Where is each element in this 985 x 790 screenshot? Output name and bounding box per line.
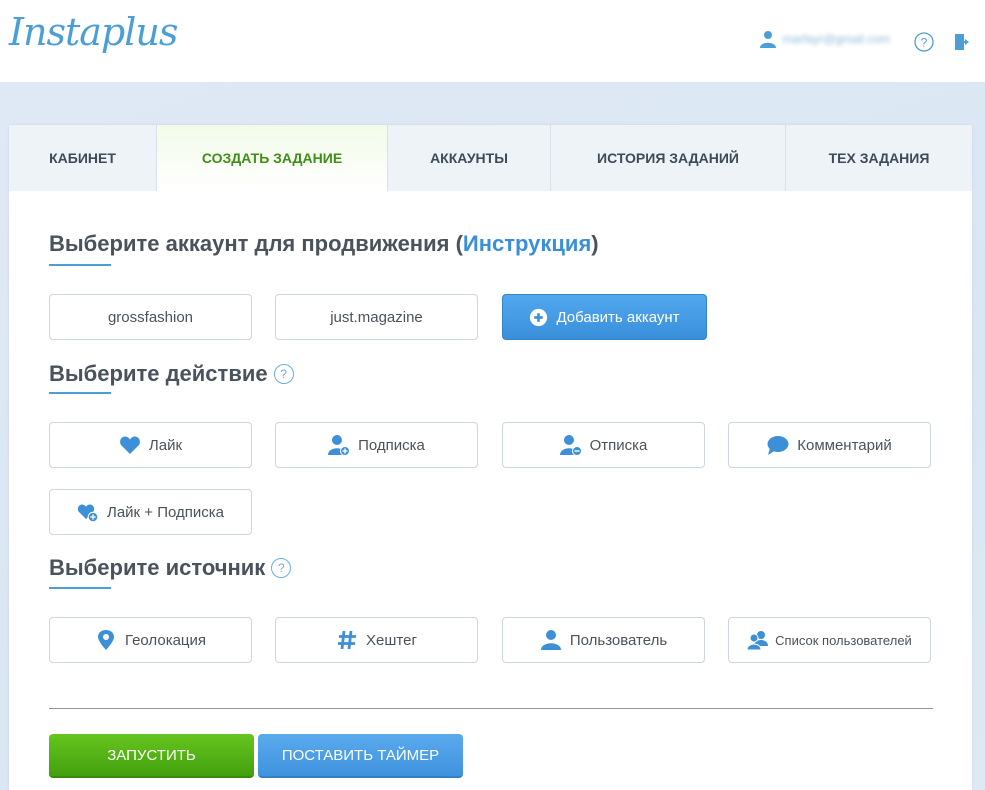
location-pin-icon [97, 630, 114, 650]
action-help-icon[interactable]: ? [273, 364, 294, 384]
action-unsubscribe-button[interactable]: Отписка [502, 422, 705, 468]
hashtag-icon [338, 630, 357, 650]
account-button-just-magazine[interactable]: just.magazine [275, 294, 478, 340]
tab-bar: КАБИНЕТ СОЗДАТЬ ЗАДАНИЕ АККАУНТЫ ИСТОРИЯ… [9, 125, 972, 192]
source-section-title: Выберите источник ? [49, 555, 292, 581]
source-user-list-button[interactable]: Список пользователей [728, 617, 931, 663]
title-underline [49, 587, 111, 589]
user-icon [540, 630, 561, 650]
svg-text:?: ? [921, 36, 928, 50]
account-button-grossfashion[interactable]: grossfashion [49, 294, 252, 340]
tab-task-history[interactable]: ИСТОРИЯ ЗАДАНИЙ [551, 125, 786, 191]
title-underline [49, 264, 111, 266]
logout-icon[interactable] [953, 32, 973, 52]
tab-tech-tasks[interactable]: ТЕХ ЗАДАНИЯ [786, 125, 972, 191]
heart-plus-icon [77, 504, 99, 523]
source-hashtag-button[interactable]: Хештег [275, 617, 478, 663]
account-section-title: Выберите аккаунт для продвижения (Инстру… [49, 231, 599, 256]
action-subscribe-button[interactable]: Подписка [275, 422, 478, 468]
users-icon [747, 631, 769, 651]
source-geolocation-button[interactable]: Геолокация [49, 617, 252, 663]
top-header: Instaplus marfayr@gmail.com ? [0, 0, 985, 82]
plus-circle-icon [530, 308, 548, 326]
action-like-subscribe-button[interactable]: Лайк + Подписка [49, 489, 252, 535]
user-plus-icon [328, 435, 351, 456]
source-user-button[interactable]: Пользователь [502, 617, 705, 663]
user-minus-icon [559, 435, 582, 456]
tab-cabinet[interactable]: КАБИНЕТ [9, 125, 157, 191]
divider [49, 708, 933, 709]
comment-icon [767, 436, 789, 455]
add-account-label: Добавить аккаунт [556, 308, 680, 326]
set-timer-button[interactable]: ПОСТАВИТЬ ТАЙМЕР [258, 734, 463, 778]
user-account[interactable]: marfayr@gmail.com [760, 30, 890, 48]
main-panel: КАБИНЕТ СОЗДАТЬ ЗАДАНИЕ АККАУНТЫ ИСТОРИЯ… [9, 125, 972, 790]
tab-accounts[interactable]: АККАУНТЫ [388, 125, 551, 191]
user-email: marfayr@gmail.com [782, 32, 890, 46]
add-account-button[interactable]: Добавить аккаунт [502, 294, 707, 340]
logo[interactable]: Instaplus [9, 10, 178, 54]
instruction-link[interactable]: Инструкция [463, 231, 591, 256]
user-icon [760, 31, 777, 48]
title-underline [49, 392, 111, 394]
action-section-title: Выберите действие ? [49, 361, 294, 387]
source-help-icon[interactable]: ? [271, 558, 292, 578]
tab-create-task[interactable]: СОЗДАТЬ ЗАДАНИЕ [157, 125, 388, 192]
heart-icon [120, 436, 140, 454]
action-like-button[interactable]: Лайк [49, 422, 252, 468]
start-button[interactable]: ЗАПУСТИТЬ [49, 734, 254, 778]
help-icon[interactable]: ? [914, 32, 934, 52]
action-comment-button[interactable]: Комментарий [728, 422, 931, 468]
